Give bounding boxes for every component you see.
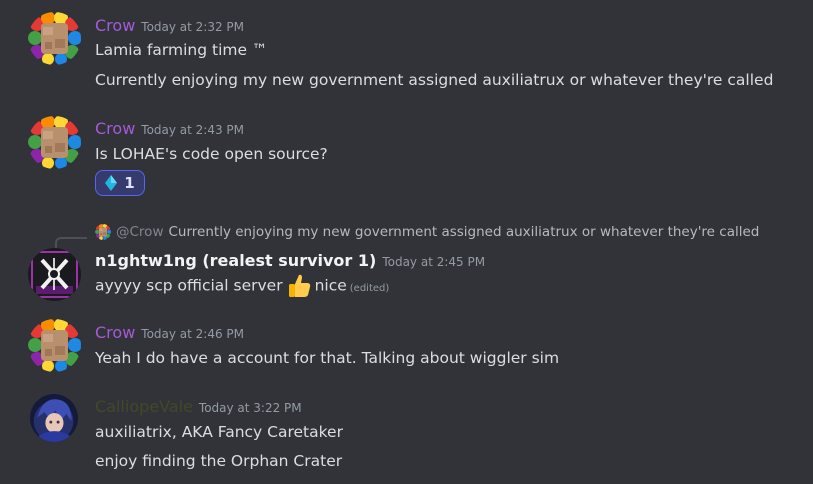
timestamp: Today at 3:22 PM <box>198 401 302 415</box>
timestamp: Today at 2:43 PM <box>141 123 245 137</box>
diamond-icon <box>105 175 118 191</box>
avatar[interactable] <box>28 319 81 372</box>
avatar[interactable] <box>30 394 78 442</box>
author-name[interactable]: Crow <box>95 119 135 138</box>
avatar[interactable] <box>28 12 81 65</box>
reply-avatar <box>95 224 111 240</box>
reply-connector <box>55 237 87 249</box>
reaction-button[interactable]: 1 <box>95 170 145 196</box>
message-text: Lamia farming time ™ <box>95 41 268 59</box>
reply-preview[interactable]: @Crow Currently enjoying my new governme… <box>95 224 759 240</box>
author-name[interactable]: Crow <box>95 323 135 342</box>
reaction-count: 1 <box>124 174 135 192</box>
thumbs-up-icon[interactable] <box>286 273 312 299</box>
author-name[interactable]: CalliopeVale <box>95 397 193 416</box>
message-text: enjoy finding the Orphan Crater <box>95 452 343 470</box>
message-text: ayyyy scp official server nice (edited) <box>95 273 389 299</box>
avatar[interactable] <box>28 116 81 169</box>
timestamp: Today at 2:45 PM <box>382 255 486 269</box>
reply-mention[interactable]: @Crow <box>116 224 163 240</box>
reply-text: Currently enjoying my new government ass… <box>168 224 760 240</box>
timestamp: Today at 2:32 PM <box>141 20 245 34</box>
avatar-image <box>28 248 81 301</box>
author-name[interactable]: n1ghtw1ng (realest survivor 1) <box>95 251 376 270</box>
message-text: Yeah I do have a account for that. Talki… <box>95 349 560 367</box>
timestamp: Today at 2:46 PM <box>141 327 245 341</box>
avatar-image <box>28 12 81 65</box>
message-text: auxiliatrix, AKA Fancy Caretaker <box>95 423 343 441</box>
edited-label: (edited) <box>349 282 390 294</box>
message-text-before: ayyyy scp official server <box>95 276 283 295</box>
author-name[interactable]: Crow <box>95 16 135 35</box>
message-text-after: nice <box>314 276 347 295</box>
avatar-image <box>28 116 81 169</box>
avatar-image <box>30 394 78 442</box>
message-text: Currently enjoying my new government ass… <box>95 71 774 89</box>
message-text: Is LOHAE's code open source? <box>95 145 328 163</box>
avatar-image <box>28 319 81 372</box>
avatar[interactable] <box>28 248 81 301</box>
